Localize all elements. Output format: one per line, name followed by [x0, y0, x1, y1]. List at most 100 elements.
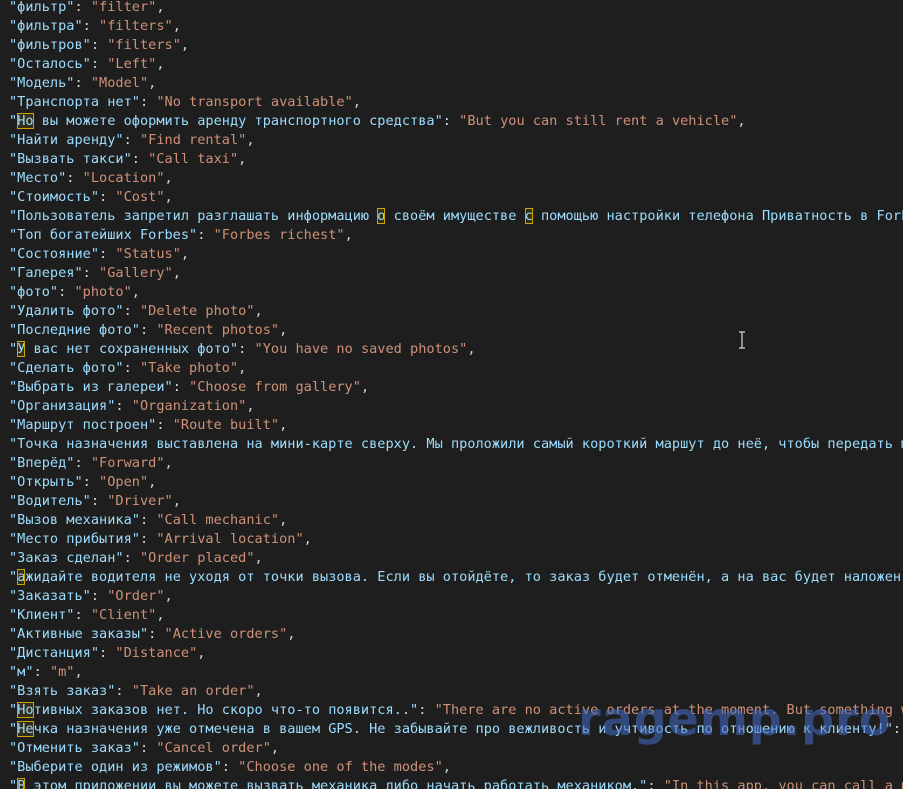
comma: , — [197, 645, 206, 661]
code-line[interactable]: "Пользователь запретил разглашать информ… — [0, 207, 903, 226]
json-value: "Client" — [90, 607, 157, 623]
code-line[interactable]: "Транспорта нет": "No transport availabl… — [0, 93, 903, 112]
comma: , — [279, 512, 288, 528]
code-line[interactable]: "Нотивных заказов нет. Но скоро что-то п… — [0, 701, 903, 720]
code-lines[interactable]: "фильтр": "filter", "фильтра": "filters",… — [0, 0, 903, 789]
colon: : — [82, 18, 100, 34]
code-line[interactable]: "Но вы можете оформить аренду транспортн… — [0, 112, 903, 131]
json-value: "Open" — [99, 474, 149, 490]
json-key: "Топ богатейших Forbes" — [9, 227, 198, 243]
colon: : — [139, 740, 157, 756]
comma: , — [270, 740, 280, 756]
code-line[interactable]: "Заказать": "Order", — [0, 587, 903, 606]
comma: , — [172, 18, 181, 34]
json-value: "You have no saved photos" — [254, 341, 468, 357]
colon: : — [74, 75, 91, 91]
code-line[interactable]: "Маршрут построен": "Route built", — [0, 416, 903, 435]
colon: : — [33, 664, 50, 680]
code-line[interactable]: "Последние фото": "Recent photos", — [0, 321, 903, 340]
json-value: "Status" — [115, 246, 181, 262]
comma: , — [156, 0, 165, 15]
code-line[interactable]: "Организация": "Organization", — [0, 397, 903, 416]
json-value: "Gallery" — [99, 265, 173, 281]
colon: : — [90, 493, 108, 509]
json-key: "Пользователь запретил разглашать информ… — [9, 208, 903, 224]
colon: : — [238, 341, 255, 357]
json-value: "Choose from gallery" — [189, 379, 361, 395]
code-line[interactable]: "фильтра": "filters", — [0, 17, 903, 36]
colon: : — [139, 322, 157, 338]
code-line[interactable]: "фото": "photo", — [0, 283, 903, 302]
json-value: "filter" — [90, 0, 157, 15]
code-line[interactable]: "Состояние": "Status", — [0, 245, 903, 264]
json-value: "Order placed" — [139, 550, 255, 566]
json-value: "photo" — [74, 284, 132, 300]
code-line[interactable]: "Выбрать из галереи": "Choose from galle… — [0, 378, 903, 397]
colon: : — [74, 455, 91, 471]
code-line[interactable]: "Активные заказы": "Active orders", — [0, 625, 903, 644]
json-value: "Call mechanic" — [156, 512, 280, 528]
json-key: "Открыть" — [9, 474, 83, 490]
json-value: "But you can still rent a vehicle" — [459, 113, 738, 129]
code-line[interactable]: "Модель": "Model", — [0, 74, 903, 93]
code-line[interactable]: "Найти аренду": "Find rental", — [0, 131, 903, 150]
code-line[interactable]: "фильтр": "filter", — [0, 0, 903, 17]
json-key: "Дистанция" — [9, 645, 100, 661]
code-line[interactable]: "Осталось": "Left", — [0, 55, 903, 74]
colon: : — [99, 189, 116, 205]
code-line[interactable]: "Вызвать такси": "Call taxi", — [0, 150, 903, 169]
comma: , — [279, 417, 288, 433]
colon: : — [139, 94, 157, 110]
word-highlight: о — [377, 208, 386, 224]
json-key: "фото" — [9, 284, 59, 300]
json-value: "Choose one of the modes" — [238, 759, 443, 775]
code-line[interactable]: "Вперёд": "Forward", — [0, 454, 903, 473]
json-key: "Последние фото" — [9, 322, 140, 338]
json-key: "Нотивных заказов нет. Но скоро что-то п… — [9, 702, 419, 718]
code-line[interactable]: "У вас нет сохраненных фото": "You have … — [0, 340, 903, 359]
code-line[interactable]: "Отменить заказ": "Cancel order", — [0, 739, 903, 758]
code-line[interactable]: "фильтров": "filters", — [0, 36, 903, 55]
json-key: "Заказать" — [9, 588, 91, 604]
code-line[interactable]: "Сделать фото": "Take photo", — [0, 359, 903, 378]
code-line[interactable]: "Удалить фото": "Delete photo", — [0, 302, 903, 321]
code-line[interactable]: "Место": "Location", — [0, 169, 903, 188]
json-key: "ажидайте водителя не уходя от точки выз… — [9, 569, 903, 585]
json-key: "В этом приложении вы можете вызвать мех… — [9, 778, 647, 789]
code-line[interactable]: "Заказ сделан": "Order placed", — [0, 549, 903, 568]
comma: , — [156, 56, 165, 72]
json-value: "Take photo" — [139, 360, 239, 376]
comma: , — [180, 37, 190, 53]
json-key: "Модель" — [9, 75, 75, 91]
code-editor[interactable]: "фильтр": "filter", "фильтра": "filters",… — [0, 0, 903, 789]
comma: , — [131, 284, 140, 300]
comma: , — [148, 474, 157, 490]
code-line[interactable]: "Стоимость": "Cost", — [0, 188, 903, 207]
code-line[interactable]: "Галерея": "Gallery", — [0, 264, 903, 283]
code-line[interactable]: "Вызов механика": "Call mechanic", — [0, 511, 903, 530]
colon: : — [123, 132, 140, 148]
code-line[interactable]: "Нечка назначения уже отмечена в вашем G… — [0, 720, 903, 739]
code-line[interactable]: "Место прибытия": "Arrival location", — [0, 530, 903, 549]
code-line[interactable]: "Точка назначения выставлена на мини-кар… — [0, 435, 903, 454]
colon: : — [148, 626, 165, 642]
json-key: "Заказ сделан" — [9, 550, 124, 566]
json-value: "There are no active orders at the momen… — [434, 702, 903, 718]
colon: : — [74, 607, 91, 623]
code-line[interactable]: "ажидайте водителя не уходя от точки выз… — [0, 568, 903, 587]
code-line[interactable]: "м": "m", — [0, 663, 903, 682]
code-line[interactable]: "Открыть": "Open", — [0, 473, 903, 492]
json-key: "Галерея" — [9, 265, 83, 281]
code-line[interactable]: "Водитель": "Driver", — [0, 492, 903, 511]
word-highlight: а — [17, 569, 26, 585]
code-line[interactable]: "Взять заказ": "Take an order", — [0, 682, 903, 701]
json-value: "Call taxi" — [148, 151, 239, 167]
code-line[interactable]: "В этом приложении вы можете вызвать мех… — [0, 777, 903, 789]
json-key: "фильтров" — [9, 37, 91, 53]
code-line[interactable]: "Топ богатейших Forbes": "Forbes richest… — [0, 226, 903, 245]
code-line[interactable]: "Выберите один из режимов": "Choose one … — [0, 758, 903, 777]
colon: : — [197, 227, 214, 243]
code-line[interactable]: "Дистанция": "Distance", — [0, 644, 903, 663]
json-value: "filters" — [99, 18, 173, 34]
code-line[interactable]: "Клиент": "Client", — [0, 606, 903, 625]
